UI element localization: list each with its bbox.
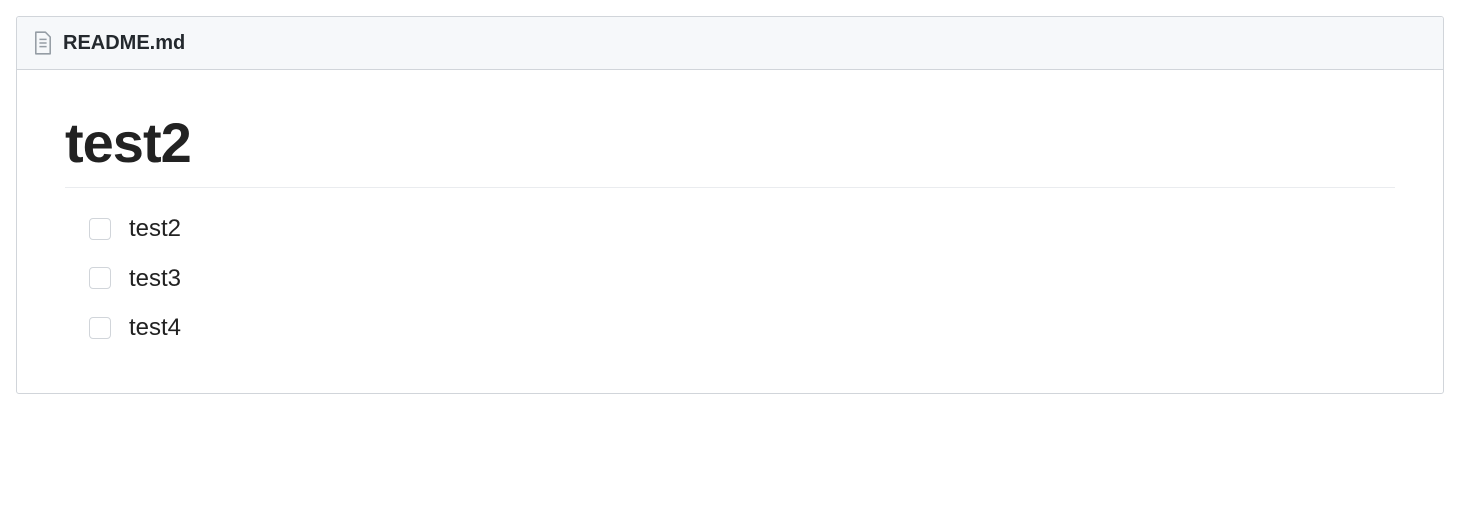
task-list: test2 test3 test4	[65, 212, 1395, 345]
task-item: test2	[89, 212, 1395, 246]
task-label: test3	[129, 262, 181, 296]
readme-header: README.md	[17, 17, 1443, 70]
readme-body: test2 test2 test3 test4	[17, 70, 1443, 393]
task-checkbox[interactable]	[89, 218, 111, 240]
readme-filename: README.md	[63, 32, 185, 55]
task-checkbox[interactable]	[89, 267, 111, 289]
task-label: test4	[129, 311, 181, 345]
readme-container: README.md test2 test2 test3 test4	[16, 16, 1444, 394]
readme-title: test2	[65, 110, 1395, 188]
task-item: test4	[89, 311, 1395, 345]
task-checkbox[interactable]	[89, 317, 111, 339]
file-icon	[33, 31, 53, 55]
task-label: test2	[129, 212, 181, 246]
task-item: test3	[89, 262, 1395, 296]
